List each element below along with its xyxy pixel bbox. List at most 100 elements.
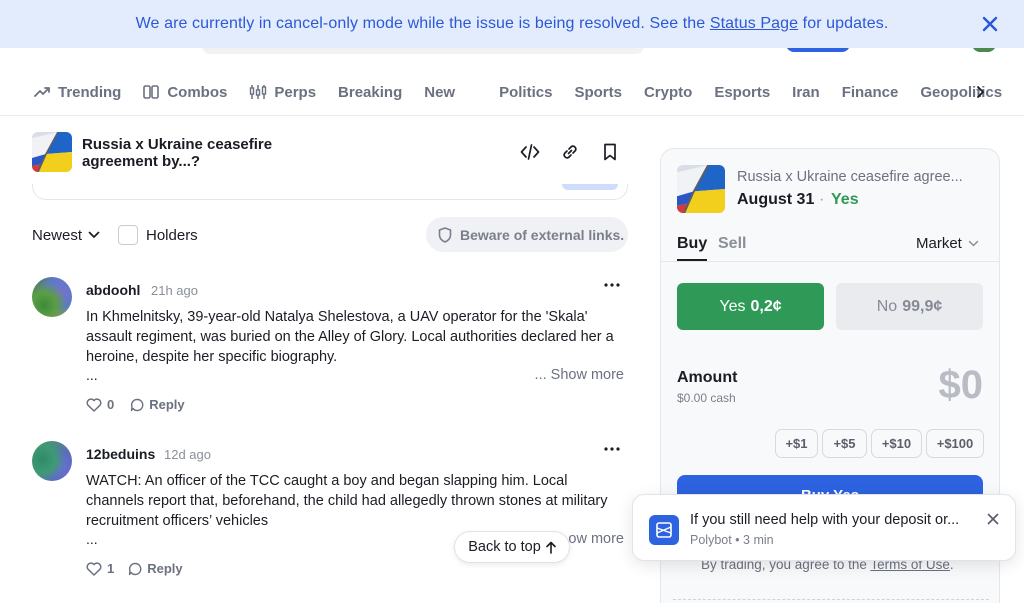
tab-trending[interactable]: Trending: [34, 84, 121, 101]
amount-input[interactable]: $0: [939, 363, 984, 408]
toast-separator: •: [731, 533, 744, 547]
polybot-icon: [649, 515, 679, 545]
shield-icon: [438, 226, 452, 243]
polybot-toast[interactable]: If you still need help with your deposit…: [632, 494, 1016, 561]
comment-timestamp: 21h ago: [151, 283, 198, 298]
beware-text: Beware of external links.: [460, 226, 625, 243]
tab-politics[interactable]: Politics: [499, 84, 552, 101]
status-page-link[interactable]: Status Page: [710, 15, 798, 32]
market-flag-image: [677, 165, 725, 213]
arrow-up-icon: [545, 541, 556, 554]
tab-sports[interactable]: Sports: [574, 84, 622, 101]
trending-icon: [34, 87, 50, 97]
status-banner: We are currently in cancel-only mode whi…: [0, 0, 1024, 48]
holders-checkbox[interactable]: [118, 225, 138, 245]
panel-outcome: Yes: [831, 191, 859, 208]
sort-label: Newest: [32, 226, 83, 244]
comment-username[interactable]: abdoohl: [86, 282, 140, 298]
embed-code-icon[interactable]: [520, 142, 540, 162]
market-flag-image: [32, 132, 72, 172]
tab-finance[interactable]: Finance: [842, 84, 899, 101]
tab-crypto[interactable]: Crypto: [644, 84, 692, 101]
banner-text-start: We are currently in cancel-only mode whi…: [135, 15, 710, 32]
comment-input-remnant[interactable]: [32, 184, 628, 200]
quick-add-1-button[interactable]: +$1: [775, 429, 818, 458]
order-type-label: Market: [916, 235, 962, 252]
close-icon[interactable]: [985, 511, 1001, 527]
reply-icon[interactable]: [128, 562, 142, 576]
market-title: Russia x Ukraine ceasefire agreement by.…: [82, 136, 273, 170]
show-more-link[interactable]: ow more: [568, 531, 624, 547]
post-button-remnant[interactable]: [562, 184, 618, 190]
tab-new[interactable]: New: [424, 84, 455, 101]
comment: abdoohl 21h ago In Khmelnitsky, 39-year-…: [32, 277, 628, 417]
close-icon[interactable]: [980, 14, 1000, 34]
more-options-icon[interactable]: [604, 283, 620, 287]
yes-price: 0,2¢: [750, 297, 782, 315]
comment-text: WATCH: An officer of the TCC caught a bo…: [86, 473, 608, 529]
combos-icon: [143, 85, 160, 99]
sort-dropdown[interactable]: Newest: [32, 222, 100, 248]
chevron-down-icon: [968, 240, 979, 247]
tab-label: Finance: [841, 83, 899, 101]
tab-breaking[interactable]: Breaking: [338, 84, 402, 101]
no-outcome-button[interactable]: No 99,9¢: [836, 283, 983, 330]
avatar[interactable]: [32, 277, 72, 317]
heart-icon[interactable]: [86, 561, 102, 576]
tab-buy[interactable]: Buy: [677, 235, 707, 253]
like-count: 1: [107, 561, 115, 576]
tab-iran[interactable]: Iran: [792, 84, 820, 101]
quick-add-5-button[interactable]: +$5: [822, 429, 867, 458]
quick-add-100-button[interactable]: +$100: [926, 429, 984, 458]
tab-sell[interactable]: Sell: [718, 235, 746, 253]
no-label: No: [876, 297, 898, 315]
avatar[interactable]: [32, 441, 72, 481]
heart-icon[interactable]: [86, 397, 102, 412]
comment-username[interactable]: 12beduins: [86, 446, 155, 462]
toast-sender: Polybot: [690, 533, 732, 547]
tab-esports[interactable]: Esports: [714, 84, 770, 101]
chevron-right-icon[interactable]: [972, 84, 988, 100]
tab-label: New: [424, 83, 456, 101]
no-price: 99,9¢: [902, 297, 943, 315]
banner-text-end: for updates.: [798, 15, 889, 32]
quick-add-10-button[interactable]: +$10: [871, 429, 922, 458]
show-more-link[interactable]: ... Show more: [535, 367, 624, 383]
yes-outcome-button[interactable]: Yes 0,2¢: [677, 283, 824, 330]
reply-button[interactable]: Reply: [147, 561, 182, 576]
back-to-top-label: Back to top: [468, 539, 541, 555]
panel-divider: [661, 261, 999, 262]
link-icon[interactable]: [560, 142, 580, 162]
more-options-icon[interactable]: [604, 447, 620, 451]
like-count: 0: [107, 397, 115, 412]
cash-balance: $0.00 cash: [677, 391, 736, 405]
perps-icon: [250, 85, 267, 99]
tab-label: Iran: [792, 83, 820, 101]
order-type-dropdown[interactable]: Market: [916, 235, 979, 252]
comment-actions: 0 Reply: [86, 397, 185, 412]
tab-combos[interactable]: Combos: [143, 84, 227, 101]
category-nav: Trending Combos Perps Breaking New Polit…: [0, 72, 1024, 112]
bookmark-icon[interactable]: [600, 142, 620, 162]
panel-dashed-divider: [673, 599, 989, 600]
tab-perps[interactable]: Perps: [249, 84, 316, 101]
toast-time: 3 min: [743, 533, 774, 547]
chevron-down-icon: [88, 231, 100, 238]
tab-label: Crypto: [643, 83, 693, 101]
comment-ellipsis: ...: [86, 531, 98, 547]
amount-label: Amount: [677, 369, 738, 386]
tab-label: Perps: [274, 83, 317, 101]
reply-button[interactable]: Reply: [149, 397, 184, 412]
tab-geopolitics[interactable]: Geopolitics: [920, 84, 1002, 101]
toast-message: If you still need help with your deposit…: [690, 512, 960, 528]
tab-label: Geopolitics: [920, 83, 1003, 101]
tab-label: Politics: [499, 83, 553, 101]
comment-actions: 1 Reply: [86, 561, 183, 576]
panel-separator: ·: [819, 191, 825, 208]
toast-meta: Polybot • 3 min: [690, 533, 774, 547]
comment-text: In Khmelnitsky, 39-year-old Natalya Shel…: [86, 309, 614, 365]
tab-label: Sports: [574, 83, 622, 101]
tab-label: Esports: [714, 83, 771, 101]
back-to-top-button[interactable]: Back to top: [454, 531, 570, 563]
reply-icon[interactable]: [130, 398, 144, 412]
